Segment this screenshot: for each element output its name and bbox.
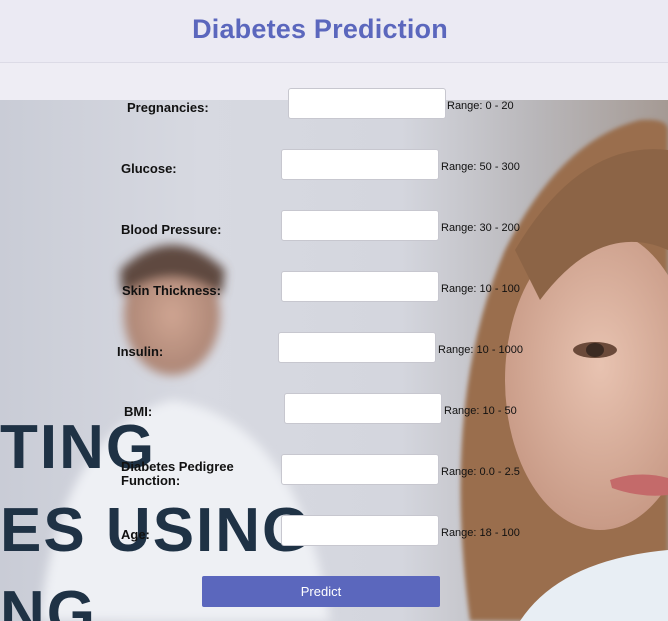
glucose-input[interactable]	[281, 149, 439, 180]
insulin-input[interactable]	[278, 332, 436, 363]
predict-button[interactable]: Predict	[202, 576, 440, 607]
skin-thickness-input[interactable]	[281, 271, 439, 302]
insulin-range: Range: 10 - 1000	[438, 344, 524, 356]
pregnancies-input[interactable]	[288, 88, 446, 119]
insulin-label: Insulin:	[117, 344, 164, 359]
bmi-label: BMI:	[124, 404, 153, 419]
glucose-range: Range: 50 - 300	[441, 161, 520, 173]
age-label: Age:	[121, 527, 150, 542]
glucose-label: Glucose:	[121, 161, 177, 176]
prediction-form: Pregnancies: Range: 0 - 20 Glucose: Rang…	[0, 0, 668, 621]
skin-thickness-label: Skin Thickness:	[122, 283, 221, 298]
blood-pressure-label: Blood Pressure:	[121, 222, 222, 237]
bmi-range: Range: 10 - 50	[444, 405, 517, 417]
pregnancies-label: Pregnancies:	[127, 100, 209, 115]
age-range: Range: 18 - 100	[441, 527, 520, 539]
pregnancies-range: Range: 0 - 20	[447, 100, 514, 112]
skin-thickness-range: Range: 10 - 100	[441, 283, 520, 295]
diabetes-pedigree-range: Range: 0.0 - 2.5	[441, 466, 520, 478]
bmi-input[interactable]	[284, 393, 442, 424]
blood-pressure-range: Range: 30 - 200	[441, 222, 520, 234]
diabetes-pedigree-label: Diabetes Pedigree Function:	[121, 459, 234, 488]
age-input[interactable]	[281, 515, 439, 546]
blood-pressure-input[interactable]	[281, 210, 439, 241]
diabetes-pedigree-input[interactable]	[281, 454, 439, 485]
